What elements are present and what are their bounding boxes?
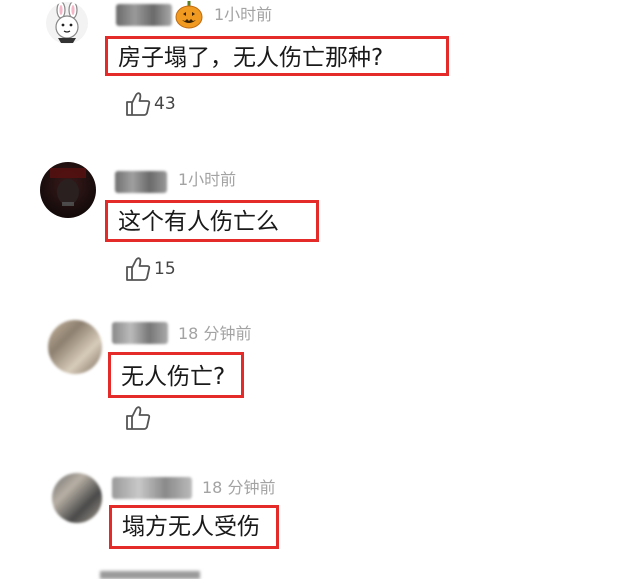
username-blurred[interactable] [115, 171, 167, 193]
username-blurred[interactable] [112, 477, 192, 499]
timestamp: 18 分钟前 [178, 324, 252, 343]
like-button[interactable]: 43 [124, 90, 176, 118]
comment-text: 无人伤亡? [108, 352, 244, 398]
avatar[interactable] [48, 320, 102, 374]
timestamp: 1小时前 [214, 5, 273, 24]
avatar-photo-icon [50, 168, 86, 206]
like-button[interactable] [124, 404, 154, 432]
comment-text: 塌方无人受伤 [109, 505, 279, 549]
comment-text: 这个有人伤亡么 [105, 200, 319, 242]
timestamp: 1小时前 [178, 170, 237, 189]
like-count: 15 [154, 259, 176, 279]
like-button[interactable]: 15 [124, 255, 176, 283]
avatar[interactable] [46, 2, 88, 44]
thumbs-up-icon [126, 92, 151, 116]
avatar[interactable] [40, 162, 96, 218]
bunny-avatar-icon [55, 2, 79, 43]
thumbs-up-icon [126, 257, 151, 281]
pumpkin-icon [174, 0, 204, 30]
avatar[interactable] [52, 473, 102, 523]
comment-text: 房子塌了，无人伤亡那种? [105, 36, 449, 76]
next-comment-blurred [100, 571, 200, 579]
username-blurred[interactable] [116, 4, 172, 26]
username-blurred[interactable] [112, 322, 168, 344]
comment-item: 1小时前 这个有人伤亡么 15 [0, 150, 640, 300]
timestamp: 18 分钟前 [202, 478, 276, 497]
thumbs-up-icon [126, 406, 151, 430]
comment-item: 18 分钟前 无人伤亡? [0, 310, 640, 450]
like-count: 43 [154, 94, 176, 114]
comment-item: 1小时前 房子塌了，无人伤亡那种? 43 [0, 0, 640, 130]
comment-item: 18 分钟前 塌方无人受伤 [0, 465, 640, 575]
